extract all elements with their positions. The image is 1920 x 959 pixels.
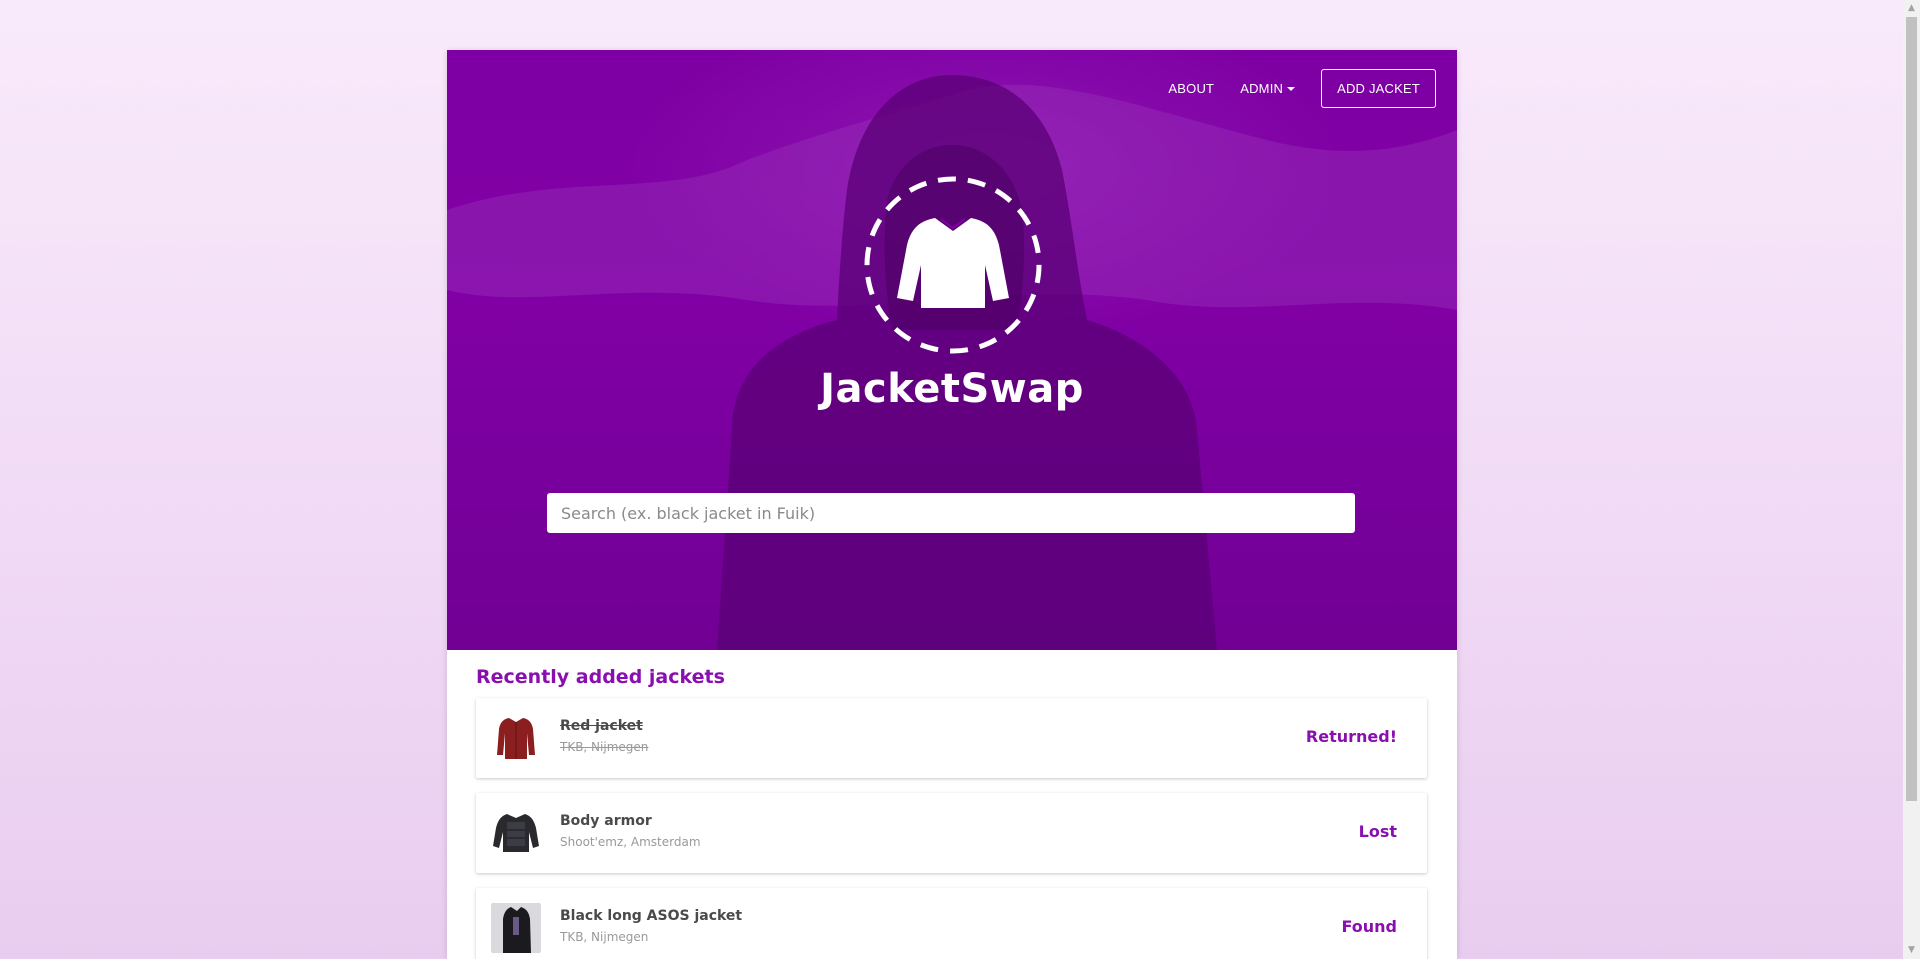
jacket-title: Black long ASOS jacket [560,908,743,924]
scrollbar-thumb[interactable] [1906,17,1917,801]
jacket-thumbnail [491,713,541,763]
jacket-thumbnail [491,903,541,953]
jacket-status: Found [1341,917,1397,936]
hero-banner: ABOUT ADMIN ADD JACKET JacketSwap [447,50,1457,650]
nav-admin-label: ADMIN [1240,81,1284,96]
jacket-status: Lost [1358,822,1397,841]
nav-about-link[interactable]: ABOUT [1168,81,1214,96]
jacket-status: Returned! [1305,727,1397,746]
scroll-up-arrow-icon[interactable]: ▲ [1903,0,1920,17]
search-input[interactable] [547,493,1355,533]
recent-jackets-list: Red jacket TKB, Nijmegen Returned! Body … [476,698,1427,959]
jacket-location: TKB, Nijmegen [560,740,649,754]
jacket-title: Body armor [560,813,652,829]
nav-admin-dropdown[interactable]: ADMIN [1240,81,1296,96]
scroll-down-arrow-icon[interactable]: ▼ [1903,942,1920,959]
jacket-location: TKB, Nijmegen [560,930,649,944]
jacket-location: Shoot'emz, Amsterdam [560,835,701,849]
recent-jackets-title: Recently added jackets [476,666,725,688]
list-item[interactable]: Red jacket TKB, Nijmegen Returned! [476,698,1427,778]
page-scrollbar[interactable]: ▲ ▼ [1903,0,1920,959]
list-item[interactable]: Body armor Shoot'emz, Amsterdam Lost [476,793,1427,873]
app-container: ABOUT ADMIN ADD JACKET JacketSwap Recent… [447,50,1457,959]
brand-title: JacketSwap [820,366,1084,412]
list-item[interactable]: Black long ASOS jacket TKB, Nijmegen Fou… [476,888,1427,959]
top-nav: ABOUT ADMIN ADD JACKET [1168,69,1436,108]
jacket-thumbnail [491,808,541,858]
caret-down-icon [1287,87,1296,91]
jacket-icon [864,176,1042,354]
jacket-title: Red jacket [560,718,643,734]
add-jacket-button[interactable]: ADD JACKET [1321,69,1436,108]
